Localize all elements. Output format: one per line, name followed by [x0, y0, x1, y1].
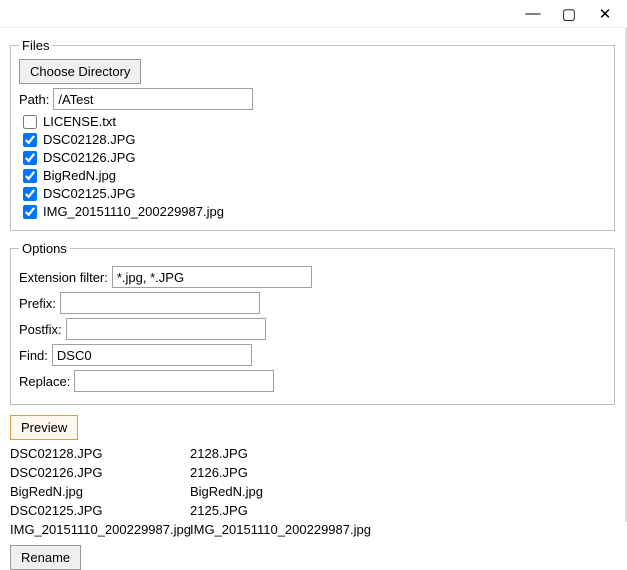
rename-button[interactable]: Rename — [10, 545, 81, 570]
file-item: IMG_20151110_200229987.jpg — [19, 204, 606, 219]
preview-to: 2128.JPG — [190, 444, 248, 463]
file-name: IMG_20151110_200229987.jpg — [43, 204, 224, 219]
preview-to: 2126.JPG — [190, 463, 248, 482]
preview-row: IMG_20151110_200229987.jpgIMG_20151110_2… — [10, 520, 615, 539]
find-label: Find: — [19, 348, 48, 363]
preview-from: BigRedN.jpg — [10, 482, 190, 501]
close-button[interactable]: ✕ — [587, 2, 623, 26]
preview-to: BigRedN.jpg — [190, 482, 263, 501]
preview-to: 2125.JPG — [190, 501, 248, 520]
preview-from: DSC02128.JPG — [10, 444, 190, 463]
options-legend: Options — [19, 241, 70, 256]
file-checkbox[interactable] — [23, 151, 37, 165]
preview-from: IMG_20151110_200229987.jpg — [10, 520, 190, 539]
ext-filter-label: Extension filter: — [19, 270, 108, 285]
file-checkbox[interactable] — [23, 205, 37, 219]
minimize-button[interactable]: — — [515, 2, 551, 26]
prefix-input[interactable] — [60, 292, 260, 314]
file-checkbox[interactable] — [23, 187, 37, 201]
postfix-label: Postfix: — [19, 322, 62, 337]
find-input[interactable] — [52, 344, 252, 366]
file-name: LICENSE.txt — [43, 114, 116, 129]
preview-row: DSC02126.JPG2126.JPG — [10, 463, 615, 482]
preview-table: DSC02128.JPG2128.JPGDSC02126.JPG2126.JPG… — [10, 444, 615, 539]
preview-row: DSC02128.JPG2128.JPG — [10, 444, 615, 463]
preview-from: DSC02126.JPG — [10, 463, 190, 482]
path-input[interactable] — [53, 88, 253, 110]
file-item: BigRedN.jpg — [19, 168, 606, 183]
file-checkbox[interactable] — [23, 133, 37, 147]
preview-from: DSC02125.JPG — [10, 501, 190, 520]
file-checkbox[interactable] — [23, 115, 37, 129]
file-checkbox[interactable] — [23, 169, 37, 183]
file-name: BigRedN.jpg — [43, 168, 116, 183]
prefix-label: Prefix: — [19, 296, 56, 311]
window-titlebar: — ▢ ✕ — [0, 0, 627, 28]
path-label: Path: — [19, 92, 49, 107]
postfix-input[interactable] — [66, 318, 266, 340]
choose-directory-button[interactable]: Choose Directory — [19, 59, 141, 84]
file-name: DSC02125.JPG — [43, 186, 136, 201]
file-item: DSC02126.JPG — [19, 150, 606, 165]
file-item: DSC02128.JPG — [19, 132, 606, 147]
file-item: LICENSE.txt — [19, 114, 606, 129]
preview-button[interactable]: Preview — [10, 415, 78, 440]
file-list: LICENSE.txt DSC02128.JPG DSC02126.JPG BigRe… — [19, 114, 606, 219]
replace-label: Replace: — [19, 374, 70, 389]
ext-filter-input[interactable] — [112, 266, 312, 288]
replace-input[interactable] — [74, 370, 274, 392]
options-group: Options Extension filter: Prefix: Postfi… — [10, 241, 615, 405]
maximize-button[interactable]: ▢ — [551, 2, 587, 26]
file-item: DSC02125.JPG — [19, 186, 606, 201]
file-name: DSC02128.JPG — [43, 132, 136, 147]
preview-to: IMG_20151110_200229987.jpg — [190, 520, 371, 539]
preview-row: BigRedN.jpgBigRedN.jpg — [10, 482, 615, 501]
file-name: DSC02126.JPG — [43, 150, 136, 165]
files-group: Files Choose Directory Path: LICENSE.txt… — [10, 38, 615, 231]
files-legend: Files — [19, 38, 52, 53]
main-content: Files Choose Directory Path: LICENSE.txt… — [0, 28, 627, 522]
preview-row: DSC02125.JPG2125.JPG — [10, 501, 615, 520]
